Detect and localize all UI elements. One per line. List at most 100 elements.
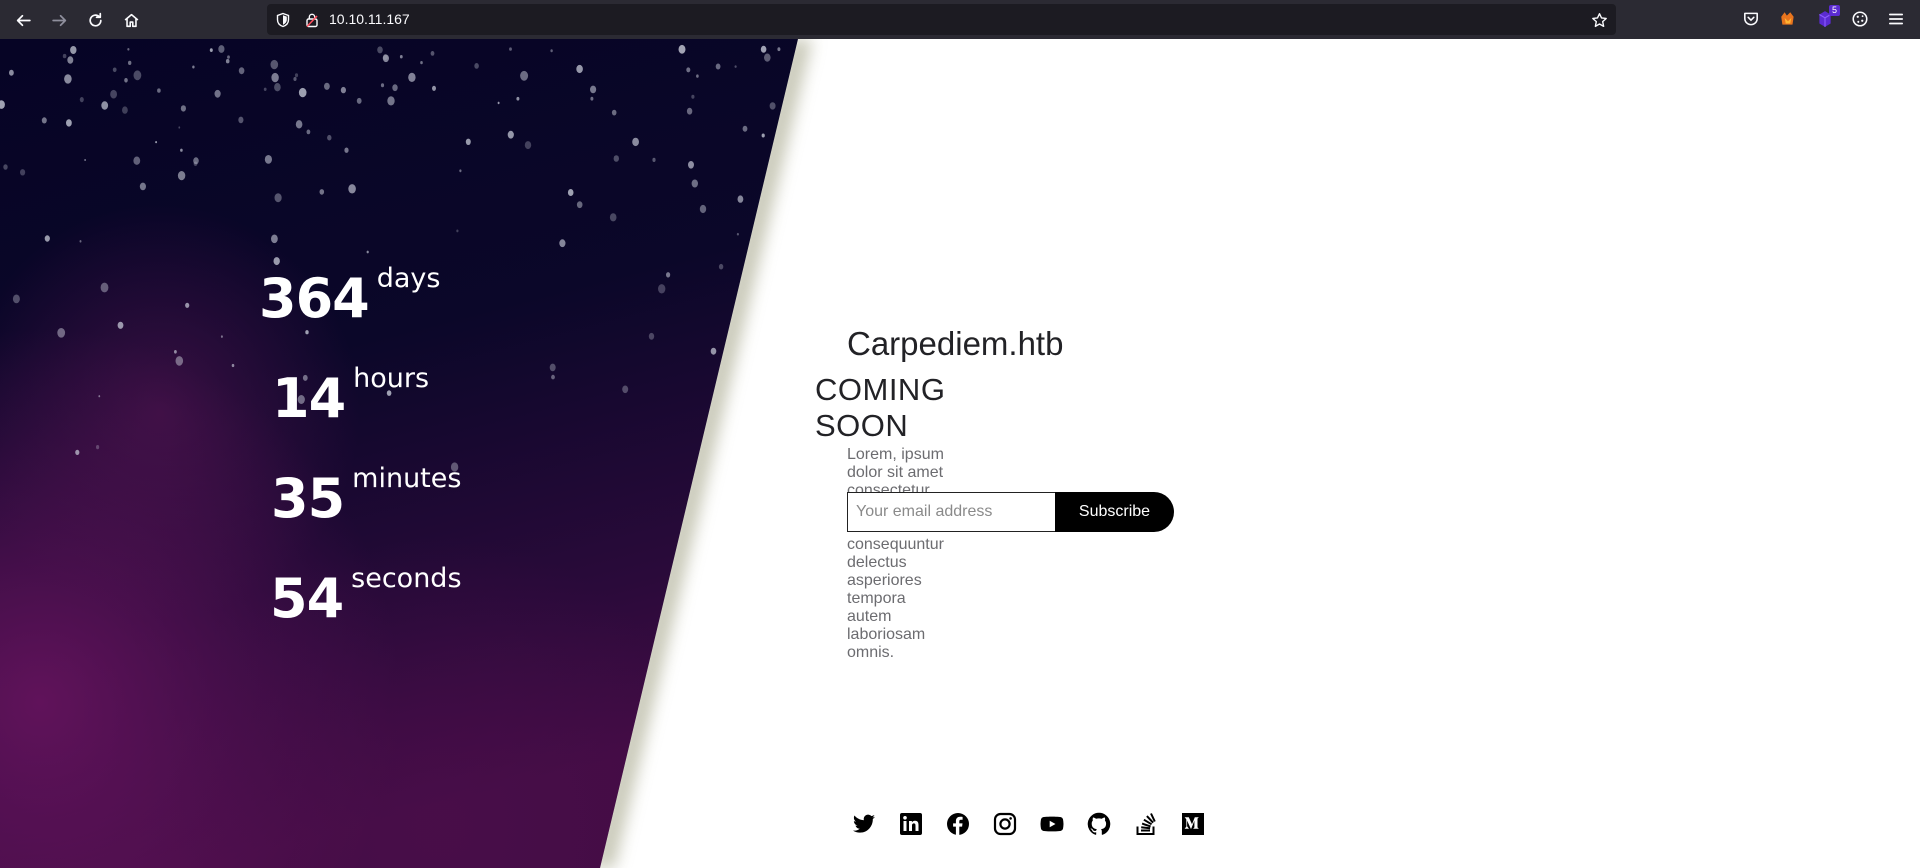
star-speck	[100, 282, 109, 293]
star-speck	[696, 74, 699, 78]
star-speck	[96, 445, 100, 450]
star-speck	[180, 148, 183, 152]
star-speck	[238, 67, 245, 75]
star-speck	[155, 141, 158, 144]
star-speck	[356, 97, 362, 104]
star-speck	[214, 89, 221, 98]
star-speck	[273, 257, 280, 266]
star-speck	[691, 179, 698, 188]
star-speck	[270, 59, 279, 70]
forward-icon[interactable]	[46, 7, 72, 33]
days-value: 364	[259, 267, 370, 330]
countdown-days: 364 days	[259, 264, 440, 330]
star-speck	[177, 171, 186, 181]
facebook-icon[interactable]	[946, 812, 970, 836]
star-speck	[127, 48, 130, 51]
pocket-icon[interactable]	[1740, 8, 1762, 30]
site-title: Carpediem.htb	[847, 325, 1064, 362]
url-bar[interactable]: 10.10.11.167	[267, 4, 1616, 35]
star-speck	[550, 49, 553, 53]
star-speck	[648, 332, 655, 340]
extension-icon[interactable]: 5	[1814, 5, 1840, 30]
star-speck	[742, 125, 748, 132]
star-speck	[66, 119, 72, 127]
star-speck	[192, 65, 195, 69]
star-speck	[79, 240, 82, 243]
star-speck	[524, 141, 532, 150]
star-speck	[122, 106, 128, 114]
star-speck	[366, 250, 369, 254]
star-speck	[238, 116, 244, 124]
page-heading: COMING SOON	[815, 372, 946, 443]
star-speck	[62, 53, 67, 59]
social-links	[852, 812, 1228, 836]
star-speck	[227, 55, 230, 59]
star-speck	[263, 87, 267, 91]
star-speck	[327, 134, 332, 141]
star-speck	[666, 272, 671, 278]
star-speck	[507, 130, 514, 139]
reload-icon[interactable]	[82, 7, 108, 33]
star-speck	[590, 85, 597, 94]
medium-icon[interactable]	[1181, 812, 1205, 836]
star-speck	[399, 55, 403, 59]
star-speck	[576, 201, 583, 209]
star-speck	[3, 164, 8, 170]
star-speck	[180, 105, 186, 112]
star-speck	[79, 97, 84, 103]
star-speck	[686, 107, 693, 115]
instagram-icon[interactable]	[993, 812, 1017, 836]
star-speck	[432, 85, 436, 91]
lock-icon[interactable]	[302, 10, 322, 30]
minutes-value: 35	[271, 467, 345, 530]
star-speck	[209, 48, 213, 52]
star-speck	[752, 491, 759, 500]
star-speck	[319, 189, 325, 195]
star-speck	[133, 70, 142, 81]
star-speck	[613, 155, 619, 162]
star-speck	[769, 268, 776, 276]
star-speck	[760, 45, 767, 53]
star-speck	[41, 117, 47, 124]
star-speck	[497, 101, 500, 105]
star-speck	[691, 94, 695, 99]
star-speck	[293, 77, 297, 81]
star-speck	[764, 53, 771, 62]
hours-unit: hours	[353, 363, 430, 394]
browser-toolbar: 10.10.11.167 5	[0, 0, 1920, 39]
hours-value: 14	[272, 367, 346, 430]
youtube-icon[interactable]	[1040, 812, 1064, 836]
star-speck	[710, 347, 717, 355]
menu-icon[interactable]	[1885, 8, 1907, 30]
star-speck	[20, 169, 26, 176]
star-speck	[769, 102, 776, 110]
star-speck	[377, 46, 383, 54]
cookie-icon[interactable]	[1849, 8, 1871, 30]
github-icon[interactable]	[1087, 812, 1111, 836]
star-speck	[387, 96, 395, 106]
twitter-icon[interactable]	[852, 812, 876, 836]
star-speck	[117, 321, 124, 329]
star-speck	[380, 83, 385, 88]
bookmark-star-icon[interactable]	[1588, 9, 1610, 31]
star-speck	[576, 64, 583, 74]
star-speck	[178, 126, 181, 129]
star-speck	[274, 193, 282, 203]
stackoverflow-icon[interactable]	[1134, 812, 1158, 836]
shield-icon[interactable]	[273, 10, 293, 30]
linkedin-icon[interactable]	[899, 812, 923, 836]
home-icon[interactable]	[118, 7, 144, 33]
star-speck	[516, 96, 520, 101]
back-icon[interactable]	[10, 7, 36, 33]
star-speck	[139, 182, 146, 191]
email-input[interactable]	[847, 492, 1055, 532]
star-speck	[474, 63, 479, 69]
star-speck	[718, 263, 724, 270]
subscribe-button[interactable]: Subscribe	[1055, 492, 1174, 532]
firefox-extension-icon[interactable]	[1777, 8, 1799, 30]
star-speck	[344, 147, 349, 153]
star-speck	[185, 302, 190, 308]
url-text[interactable]: 10.10.11.167	[329, 11, 410, 27]
star-speck	[777, 47, 781, 52]
star-speck	[348, 184, 356, 194]
